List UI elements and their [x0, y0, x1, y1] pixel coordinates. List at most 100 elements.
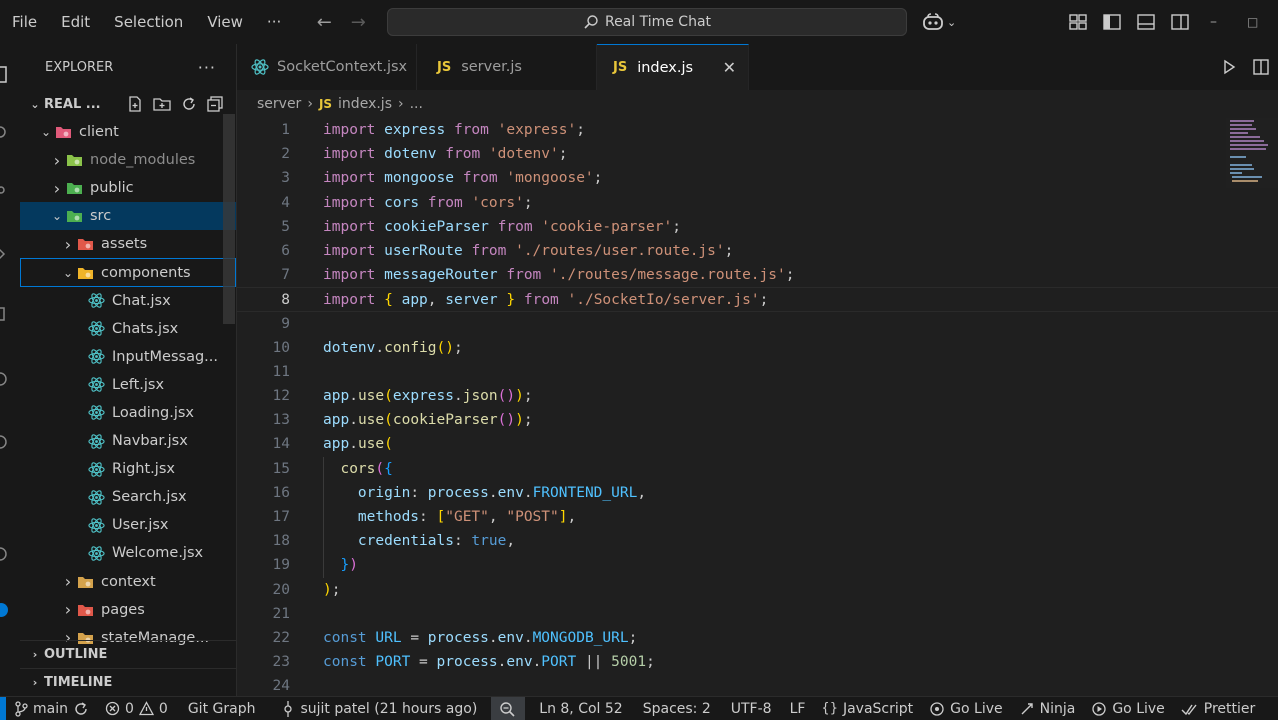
breadcrumb-folder[interactable]: server: [257, 96, 301, 112]
indentation-status[interactable]: Spaces: 2: [631, 697, 719, 720]
split-editor-icon[interactable]: [1252, 58, 1270, 76]
tree-file[interactable]: Search.jsx: [20, 483, 236, 511]
timeline-section-header[interactable]: › TIMELINE: [20, 668, 237, 696]
remote-activity-icon[interactable]: [0, 369, 20, 389]
code-line[interactable]: 13 app.use(cookieParser());: [237, 408, 1278, 432]
toggle-secondary-sidebar-icon[interactable]: [1170, 13, 1190, 31]
code-editor[interactable]: 1 import express from 'express'; 2 import d…: [237, 118, 1278, 699]
problems-status[interactable]: 0 0: [97, 697, 176, 720]
new-folder-icon[interactable]: [152, 95, 172, 113]
menu-view[interactable]: View: [195, 0, 255, 44]
toggle-sidebar-icon[interactable]: [1102, 13, 1122, 31]
account-activity-icon[interactable]: [0, 544, 20, 564]
code-line[interactable]: 16 origin: process.env.FRONTEND_URL,: [237, 481, 1278, 505]
sync-icon[interactable]: [73, 701, 89, 717]
code-line[interactable]: 7 import messageRouter from './routes/mes…: [237, 263, 1278, 287]
menu-file[interactable]: File: [0, 0, 49, 44]
close-icon[interactable]: ✕: [723, 58, 736, 77]
tree-folder[interactable]: › assets: [20, 230, 236, 258]
tree-folder[interactable]: ⌄ src: [20, 202, 236, 231]
tab-server-js[interactable]: JS server.js: [417, 44, 597, 90]
encoding-status[interactable]: UTF-8: [719, 697, 780, 720]
code-line[interactable]: 10 dotenv.config();: [237, 336, 1278, 360]
code-line[interactable]: 12 app.use(express.json());: [237, 384, 1278, 408]
code-line[interactable]: 23 const PORT = process.env.PORT || 5001;: [237, 650, 1278, 674]
search-activity-icon[interactable]: [0, 124, 20, 144]
git-graph-status[interactable]: Git Graph: [176, 697, 264, 720]
code-line[interactable]: 19 }): [237, 553, 1278, 577]
code-line[interactable]: 11: [237, 360, 1278, 384]
tree-file[interactable]: User.jsx: [20, 511, 236, 539]
breadcrumb-file[interactable]: index.js: [338, 96, 392, 112]
project-section-header[interactable]: ⌄ REAL ...: [20, 90, 236, 118]
refresh-icon[interactable]: [180, 95, 198, 113]
settings-badge-icon[interactable]: [0, 600, 20, 620]
tree-folder[interactable]: ⌄ client: [20, 118, 236, 146]
go-live-status-1[interactable]: Go Live: [921, 697, 1010, 720]
customize-layout-icon[interactable]: [1068, 13, 1088, 31]
copilot-button[interactable]: ⌄: [922, 0, 956, 44]
prettier-status[interactable]: Prettier: [1173, 697, 1264, 720]
command-center-search[interactable]: Real Time Chat: [387, 8, 907, 36]
tree-file[interactable]: InputMessag...: [20, 343, 236, 371]
tree-folder[interactable]: ⌄ components: [20, 258, 236, 287]
tree-file[interactable]: Welcome.jsx: [20, 539, 236, 567]
branch-status[interactable]: main: [6, 697, 97, 720]
git-blame-status[interactable]: sujit patel (21 hours ago): [263, 697, 485, 720]
zoom-status[interactable]: [491, 696, 526, 720]
menu-more[interactable]: ···: [255, 0, 293, 44]
code-line[interactable]: 1 import express from 'express';: [237, 118, 1278, 142]
run-icon[interactable]: [1220, 58, 1238, 76]
extensions-activity-icon[interactable]: [0, 304, 20, 324]
minimize-icon[interactable]: –: [1210, 14, 1217, 30]
source-control-activity-icon[interactable]: [0, 184, 20, 204]
language-status[interactable]: {} JavaScript: [813, 697, 921, 720]
code-line[interactable]: 4 import cors from 'cors';: [237, 191, 1278, 215]
tree-file[interactable]: Navbar.jsx: [20, 427, 236, 455]
tree-folder[interactable]: › context: [20, 568, 236, 596]
forward-arrow-icon[interactable]: →: [341, 12, 375, 33]
back-arrow-icon[interactable]: ←: [307, 12, 341, 33]
tree-file[interactable]: Right.jsx: [20, 455, 236, 483]
tree-folder[interactable]: › pages: [20, 596, 236, 624]
eol-status[interactable]: LF: [780, 697, 814, 720]
code-line[interactable]: 20);: [237, 578, 1278, 602]
collapse-all-icon[interactable]: [206, 95, 224, 113]
code-line[interactable]: 6 import userRoute from './routes/user.ro…: [237, 239, 1278, 263]
tree-file[interactable]: Chat.jsx: [20, 287, 236, 315]
run-debug-activity-icon[interactable]: [0, 244, 20, 264]
restore-icon[interactable]: □: [1247, 15, 1258, 29]
sidebar-scrollbar[interactable]: [223, 114, 235, 324]
code-line[interactable]: 8 import { app, server } from './SocketIo…: [237, 287, 1278, 312]
outline-section-header[interactable]: › OUTLINE: [20, 640, 237, 668]
menu-selection[interactable]: Selection: [102, 0, 195, 44]
code-line[interactable]: 21: [237, 602, 1278, 626]
code-line[interactable]: 24: [237, 674, 1278, 698]
toggle-panel-icon[interactable]: [1136, 13, 1156, 31]
new-file-icon[interactable]: [126, 95, 144, 113]
code-line[interactable]: 15 cors({: [237, 457, 1278, 481]
tree-folder[interactable]: › public: [20, 174, 236, 202]
ninja-status[interactable]: Ninja: [1011, 697, 1084, 720]
code-line[interactable]: 22 const URL = process.env.MONGODB_URL;: [237, 626, 1278, 650]
menu-edit[interactable]: Edit: [49, 0, 102, 44]
code-line[interactable]: 17 methods: ["GET", "POST"],: [237, 505, 1278, 529]
breadcrumb-more[interactable]: ...: [410, 96, 423, 112]
tab-index-js[interactable]: JS index.js ✕: [597, 44, 749, 90]
tree-folder[interactable]: › node_modules: [20, 146, 236, 174]
code-line[interactable]: 14 app.use(: [237, 432, 1278, 456]
code-line[interactable]: 9: [237, 312, 1278, 336]
go-live-status-2[interactable]: Go Live: [1083, 697, 1172, 720]
explorer-more-icon[interactable]: ···: [198, 58, 216, 77]
tree-file[interactable]: Loading.jsx: [20, 399, 236, 427]
tab-socketcontext[interactable]: SocketContext.jsx: [237, 44, 417, 90]
code-line[interactable]: 2 import dotenv from 'dotenv';: [237, 142, 1278, 166]
cursor-position[interactable]: Ln 8, Col 52: [525, 697, 630, 720]
tree-file[interactable]: Left.jsx: [20, 371, 236, 399]
explorer-activity-icon[interactable]: [0, 64, 20, 84]
code-line[interactable]: 3 import mongoose from 'mongoose';: [237, 166, 1278, 190]
code-line[interactable]: 18 credentials: true,: [237, 529, 1278, 553]
testing-activity-icon[interactable]: [0, 432, 20, 452]
code-line[interactable]: 5 import cookieParser from 'cookie-parser…: [237, 215, 1278, 239]
tree-file[interactable]: Chats.jsx: [20, 315, 236, 343]
